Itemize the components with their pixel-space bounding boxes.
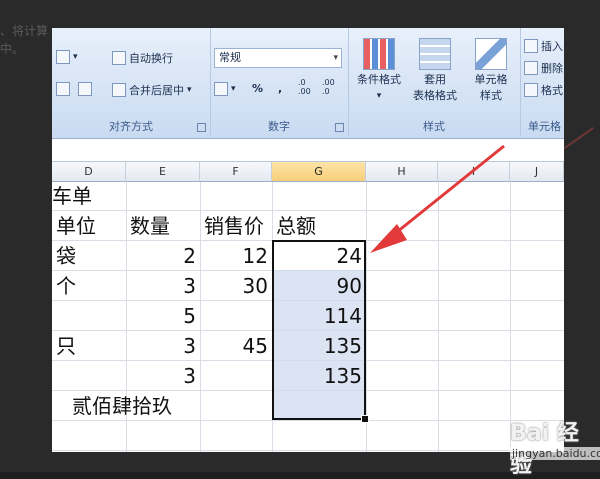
excel-window: ▾ 自动换行 合并后居中 ▾ 对齐方式 常规 ▾ ▾ % , .0 .00 .0… (52, 28, 564, 452)
baidu-watermark: Bai 经验 jingyan.baidu.com (470, 395, 600, 478)
background-line: 、将计算 (0, 24, 49, 38)
background-line: 中。 (0, 42, 25, 56)
background-text: 、将计算 中。 (0, 22, 60, 72)
red-arrow-annotation (370, 144, 505, 253)
watermark-url: jingyan.baidu.com (510, 447, 600, 460)
background-red-line (560, 127, 600, 169)
